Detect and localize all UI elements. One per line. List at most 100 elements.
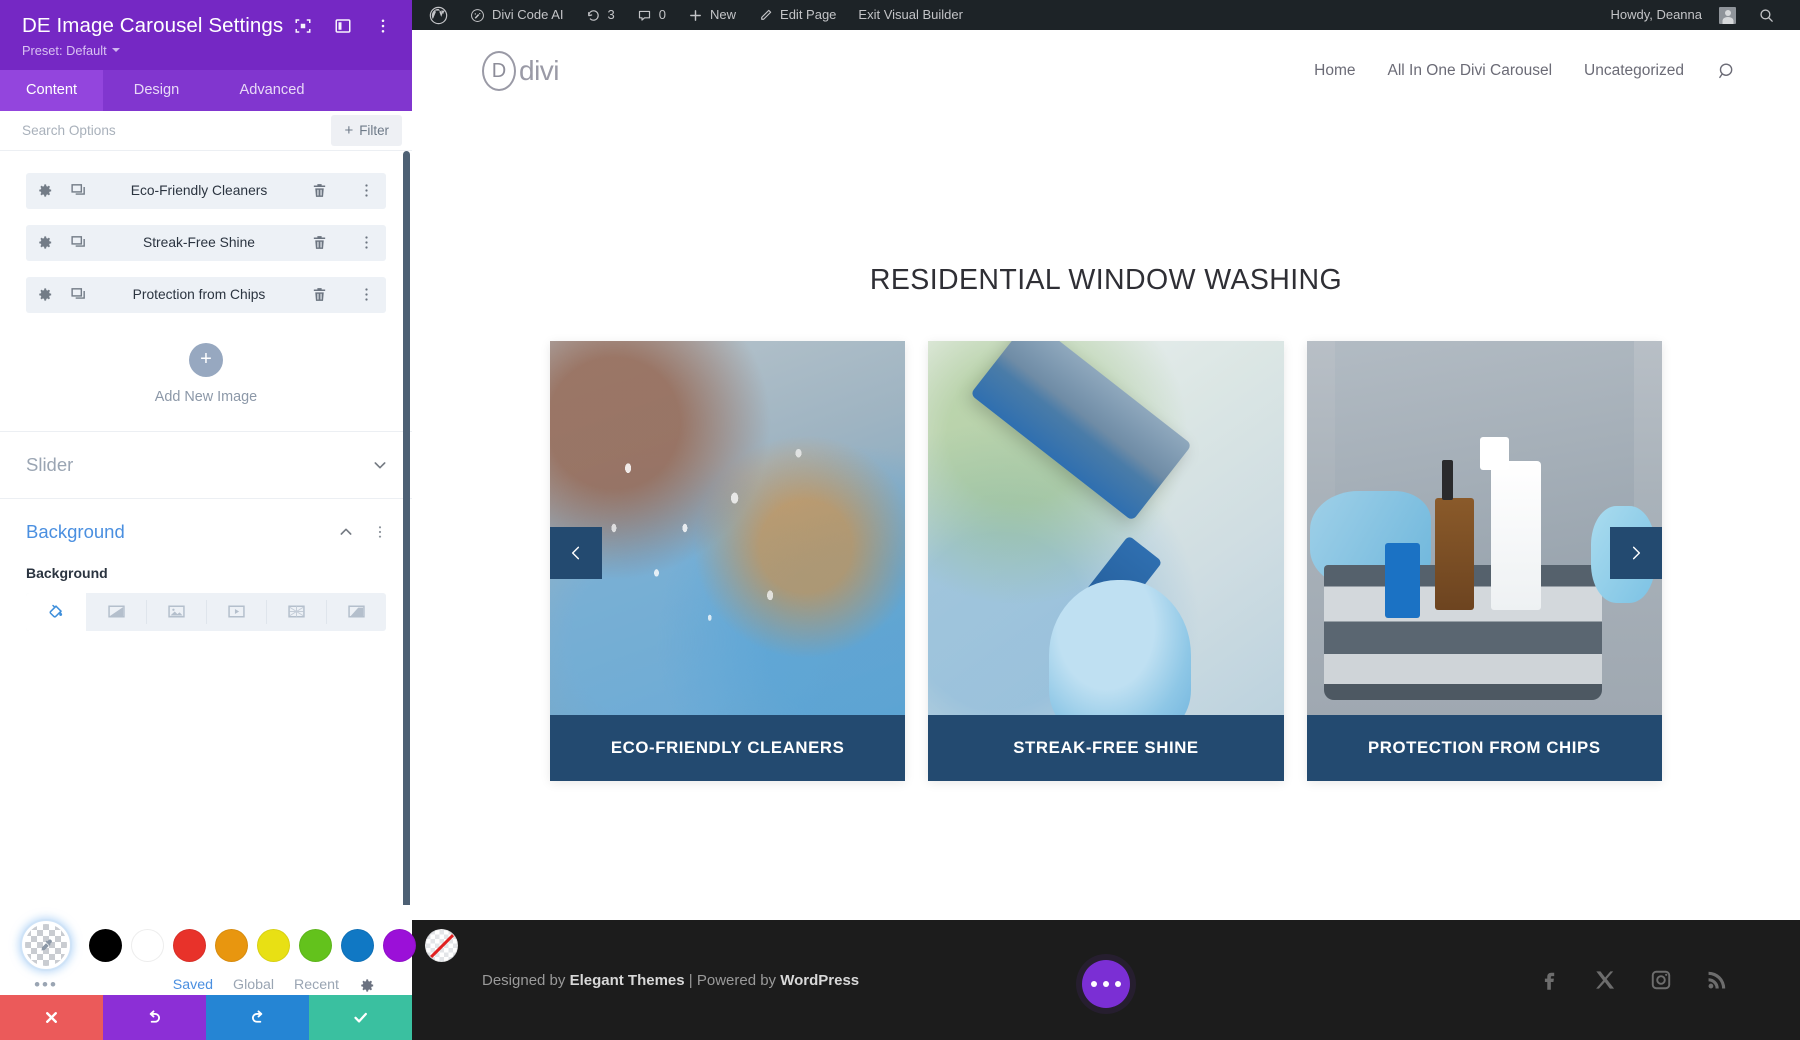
edit-page-item[interactable]: Edit Page	[747, 0, 847, 30]
section-background[interactable]: Background	[0, 498, 412, 565]
instagram-icon[interactable]	[1648, 967, 1674, 993]
filter-button[interactable]: + Filter	[331, 115, 402, 146]
duplicate-icon[interactable]	[70, 234, 87, 251]
nav-item-uncategorized[interactable]: Uncategorized	[1584, 62, 1684, 80]
background-color-icon[interactable]	[26, 593, 86, 631]
transparent-swatch[interactable]	[22, 921, 70, 969]
footer-wordpress-link[interactable]: WordPress	[780, 972, 859, 989]
plus-circle-icon[interactable]: +	[189, 343, 223, 377]
footer-elegant-themes-link[interactable]: Elegant Themes	[570, 972, 685, 989]
builder-menu-fab[interactable]	[1082, 960, 1130, 1008]
layout-panel-icon[interactable]	[334, 17, 352, 35]
site-logo[interactable]: D divi	[482, 51, 559, 91]
color-tab-saved[interactable]: Saved	[173, 977, 213, 993]
color-tab-global[interactable]: Global	[233, 977, 274, 993]
admin-bar-right: Howdy, Deanna	[1599, 0, 1800, 30]
duplicate-icon[interactable]	[70, 182, 87, 199]
gear-icon[interactable]	[37, 286, 54, 303]
eyedropper-icon	[38, 937, 55, 954]
slide-caption: PROTECTION FROM CHIPS	[1307, 715, 1662, 781]
more-vertical-icon[interactable]	[358, 182, 375, 199]
carousel-slide[interactable]: PROTECTION FROM CHIPS	[1307, 341, 1662, 781]
trash-icon[interactable]	[311, 286, 328, 303]
more-vertical-icon[interactable]	[358, 286, 375, 303]
swatch-white[interactable]	[131, 929, 164, 962]
swatch-blue[interactable]	[341, 929, 374, 962]
duplicate-icon[interactable]	[70, 286, 87, 303]
trash-icon[interactable]	[311, 234, 328, 251]
search-input[interactable]	[0, 123, 331, 138]
new-item[interactable]: New	[677, 0, 747, 30]
module-settings-panel: DE Image Carousel Settings	[0, 0, 412, 1040]
section-slider[interactable]: Slider	[0, 431, 412, 498]
more-vertical-icon[interactable]	[372, 524, 388, 540]
carousel-prev-button[interactable]	[550, 527, 602, 579]
tab-content[interactable]: Content	[0, 70, 103, 111]
background-video-icon[interactable]	[206, 593, 266, 631]
swatch-red[interactable]	[173, 929, 206, 962]
gear-icon[interactable]	[37, 182, 54, 199]
panel-title: DE Image Carousel Settings	[22, 14, 294, 38]
search-icon[interactable]	[1716, 60, 1738, 82]
site-logo-text: divi	[519, 55, 559, 87]
more-colors-button[interactable]: •••	[22, 975, 70, 995]
carousel-slides: ECO-FRIENDLY CLEANERS STREAK-FREE SHINE	[550, 341, 1662, 781]
nav-item-home[interactable]: Home	[1314, 62, 1355, 80]
panel-scrollbar[interactable]	[403, 151, 410, 905]
background-field-label: Background	[26, 565, 386, 581]
plus-icon: +	[344, 123, 353, 138]
redo-button[interactable]	[206, 995, 309, 1040]
swatch-green[interactable]	[299, 929, 332, 962]
wordpress-logo-icon[interactable]	[418, 0, 459, 30]
divi-code-ai-item[interactable]: Divi Code AI	[459, 0, 575, 30]
list-item[interactable]: Eco-Friendly Cleaners	[26, 173, 386, 209]
cancel-button[interactable]	[0, 995, 103, 1040]
color-tab-recent[interactable]: Recent	[294, 977, 339, 993]
rss-icon[interactable]	[1704, 967, 1730, 993]
more-vertical-icon[interactable]	[374, 17, 392, 35]
save-button[interactable]	[309, 995, 412, 1040]
nav-item-all-in-one-divi-carousel[interactable]: All In One Divi Carousel	[1388, 62, 1553, 80]
focus-icon[interactable]	[294, 17, 312, 35]
app-screen: DE Image Carousel Settings	[0, 0, 1800, 1040]
tab-advanced[interactable]: Advanced	[210, 70, 334, 111]
swatch-none[interactable]	[425, 929, 458, 962]
revisions-item[interactable]: 3	[575, 0, 626, 30]
list-item[interactable]: Streak-Free Shine	[26, 225, 386, 261]
comments-item[interactable]: 0	[626, 0, 677, 30]
background-pattern-icon[interactable]	[266, 593, 326, 631]
swatch-purple[interactable]	[383, 929, 416, 962]
swatch-orange[interactable]	[215, 929, 248, 962]
chevron-down-icon[interactable]	[372, 457, 388, 473]
color-swatch-row	[0, 921, 412, 969]
dot	[1091, 981, 1097, 987]
facebook-icon[interactable]	[1536, 967, 1562, 993]
gear-icon[interactable]	[359, 977, 376, 994]
tab-design[interactable]: Design	[103, 70, 210, 111]
carousel-slide[interactable]: STREAK-FREE SHINE	[928, 341, 1283, 781]
background-mask-icon[interactable]	[326, 593, 386, 631]
chevron-up-icon[interactable]	[338, 524, 354, 540]
background-image-icon[interactable]	[146, 593, 206, 631]
check-icon	[352, 1009, 369, 1026]
howdy-item[interactable]: Howdy, Deanna	[1599, 0, 1747, 30]
carousel-next-button[interactable]	[1610, 527, 1662, 579]
trash-icon[interactable]	[311, 182, 328, 199]
add-new-image[interactable]: + Add New Image	[0, 335, 412, 431]
list-item[interactable]: Protection from Chips	[26, 277, 386, 313]
footer-social-links	[1536, 967, 1730, 993]
background-gradient-icon[interactable]	[86, 593, 146, 631]
gear-icon[interactable]	[37, 234, 54, 251]
swatch-yellow[interactable]	[257, 929, 290, 962]
scrollbar-thumb[interactable]	[403, 151, 410, 905]
undo-button[interactable]	[103, 995, 206, 1040]
exit-visual-builder-item[interactable]: Exit Visual Builder	[847, 0, 974, 30]
swatch-black[interactable]	[89, 929, 122, 962]
section-slider-title: Slider	[26, 454, 372, 476]
admin-search-button[interactable]	[1747, 0, 1786, 30]
footer-credit: Designed by Elegant Themes | Powered by …	[482, 972, 859, 989]
preset-selector[interactable]: Preset: Default	[22, 43, 392, 58]
x-twitter-icon[interactable]	[1592, 967, 1618, 993]
more-vertical-icon[interactable]	[358, 234, 375, 251]
carousel-slide[interactable]: ECO-FRIENDLY CLEANERS	[550, 341, 905, 781]
